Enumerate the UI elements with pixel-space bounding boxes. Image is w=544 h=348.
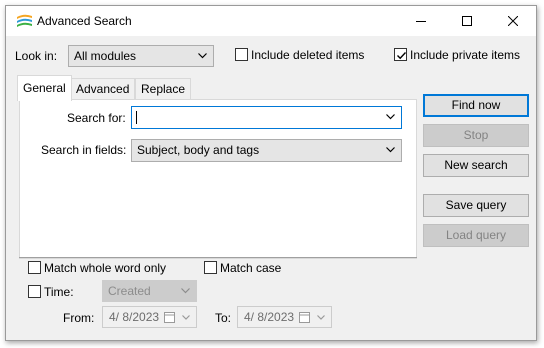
include-private-label[interactable]: Include private items: [410, 48, 520, 62]
minimize-button[interactable]: [398, 6, 444, 36]
time-type-value: Created: [108, 284, 151, 298]
calendar-icon: [164, 312, 175, 323]
title-bar[interactable]: Advanced Search: [6, 6, 536, 36]
from-date-value: 4/ 8/2023: [109, 310, 160, 324]
to-label: To:: [215, 311, 232, 325]
time-checkbox[interactable]: [28, 285, 41, 298]
match-case-checkbox[interactable]: [204, 261, 217, 274]
from-date-picker[interactable]: 4/ 8/2023: [102, 306, 197, 328]
search-for-label: Search for:: [67, 111, 126, 125]
chevron-down-icon: [181, 288, 190, 294]
checkmark-icon: [397, 52, 407, 60]
maximize-button[interactable]: [444, 6, 490, 36]
search-in-fields-label: Search in fields:: [41, 143, 127, 157]
stop-button[interactable]: Stop: [423, 124, 529, 147]
text-cursor: [136, 111, 137, 124]
match-whole-word-checkbox[interactable]: [28, 261, 41, 274]
close-button[interactable]: [490, 6, 536, 36]
window-title: Advanced Search: [37, 14, 132, 28]
to-date-picker[interactable]: 4/ 8/2023: [237, 306, 332, 328]
tab-advanced[interactable]: Advanced: [70, 78, 136, 100]
look-in-label: Look in:: [15, 49, 58, 63]
options-separator: [19, 257, 417, 258]
advanced-search-window: Advanced Search Look in: All modules Inc…: [5, 5, 537, 341]
save-query-button[interactable]: Save query: [423, 194, 529, 217]
minimize-icon: [416, 21, 426, 22]
calendar-icon: [299, 312, 310, 323]
chevron-down-icon[interactable]: [386, 114, 395, 120]
chevron-down-icon: [198, 53, 207, 59]
match-case-label[interactable]: Match case: [220, 261, 281, 275]
include-private-checkbox[interactable]: [394, 48, 407, 61]
search-for-input[interactable]: [131, 106, 402, 129]
close-icon: [508, 16, 518, 26]
from-label: From:: [63, 311, 95, 325]
chevron-down-icon: [386, 147, 395, 153]
maximize-icon: [462, 16, 472, 26]
look-in-dropdown[interactable]: All modules: [68, 45, 214, 67]
chevron-down-icon: [182, 315, 190, 320]
search-in-fields-value: Subject, body and tags: [137, 143, 260, 157]
tab-replace-label: Replace: [141, 82, 186, 96]
time-label[interactable]: Time:: [44, 285, 74, 299]
match-whole-word-label[interactable]: Match whole word only: [44, 261, 166, 275]
find-now-button[interactable]: Find now: [423, 94, 529, 117]
app-logo-icon: [17, 14, 32, 27]
load-query-button[interactable]: Load query: [423, 224, 529, 247]
search-in-fields-dropdown[interactable]: Subject, body and tags: [131, 139, 402, 162]
tab-replace[interactable]: Replace: [135, 78, 192, 100]
chevron-down-icon: [317, 315, 325, 320]
new-search-button[interactable]: New search: [423, 154, 529, 177]
tab-general-label: General: [23, 81, 66, 95]
time-type-dropdown[interactable]: Created: [102, 280, 197, 302]
tab-general[interactable]: General: [17, 75, 72, 101]
to-date-value: 4/ 8/2023: [244, 310, 295, 324]
tab-advanced-label: Advanced: [76, 82, 130, 96]
include-deleted-checkbox[interactable]: [235, 48, 248, 61]
look-in-value: All modules: [74, 49, 137, 63]
include-deleted-label[interactable]: Include deleted items: [251, 48, 364, 62]
